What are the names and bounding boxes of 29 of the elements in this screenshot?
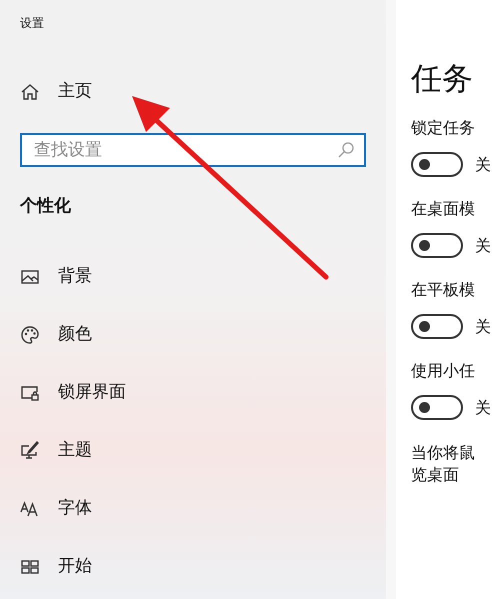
nav-item[interactable]: 字体 bbox=[58, 496, 92, 522]
window-title: 设置 bbox=[20, 15, 44, 32]
toggle-switch[interactable] bbox=[411, 233, 463, 258]
toggle-switch[interactable] bbox=[411, 395, 463, 420]
nav-item[interactable]: 主题 bbox=[58, 438, 92, 464]
nav-item[interactable]: 颜色 bbox=[58, 322, 92, 348]
toggle-state: 关 bbox=[475, 154, 491, 176]
setting-description: 当你将鼠 览桌面 bbox=[411, 442, 476, 486]
toggle-switch[interactable] bbox=[411, 152, 463, 178]
home-icon bbox=[20, 82, 40, 102]
toggle-state: 关 bbox=[475, 234, 491, 257]
toggle-state: 关 bbox=[475, 396, 491, 419]
font-icon bbox=[20, 498, 40, 518]
setting-label: 在平板模 bbox=[411, 279, 475, 302]
setting-label: 锁定任务 bbox=[411, 117, 475, 140]
toggle-switch[interactable] bbox=[411, 314, 463, 340]
nav-item[interactable]: 开始 bbox=[58, 554, 92, 580]
search-field[interactable]: 查找设置 bbox=[20, 133, 366, 167]
toggle-state: 关 bbox=[475, 316, 491, 338]
setting-label: 使用小任 bbox=[411, 360, 475, 382]
section-heading: 个性化 bbox=[20, 195, 71, 218]
setting-label: 在桌面模 bbox=[411, 198, 475, 220]
nav-item[interactable]: 背景 bbox=[58, 264, 92, 290]
brush-icon bbox=[20, 440, 40, 460]
page-title: 任务 bbox=[411, 62, 473, 96]
nav-item[interactable]: 锁屏界面 bbox=[58, 380, 126, 406]
palette-icon bbox=[20, 324, 40, 344]
home-link[interactable]: 主页 bbox=[58, 79, 92, 105]
search-icon[interactable] bbox=[336, 140, 356, 160]
